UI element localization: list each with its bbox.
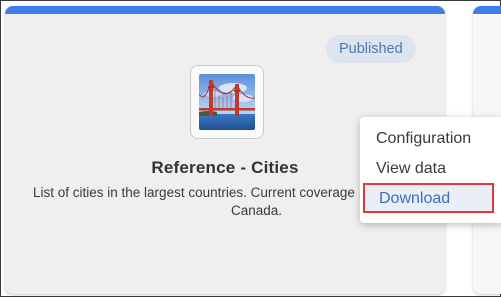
menu-item-download-label: Download: [379, 190, 451, 207]
card-accent-bar: [473, 6, 501, 14]
golden-gate-bridge-image: [199, 74, 255, 130]
status-badge: Published: [326, 35, 416, 63]
card-accent-bar: [5, 6, 445, 14]
menu-item-view-data[interactable]: View data: [376, 160, 446, 178]
card-context-menu: Configuration View data Download: [360, 117, 501, 223]
dataset-thumbnail-frame: [190, 65, 264, 139]
menu-item-configuration[interactable]: Configuration: [376, 130, 471, 148]
menu-item-download[interactable]: Download: [363, 183, 494, 213]
screenshot-frame: Published Reference - Cities List of cit…: [0, 0, 501, 297]
